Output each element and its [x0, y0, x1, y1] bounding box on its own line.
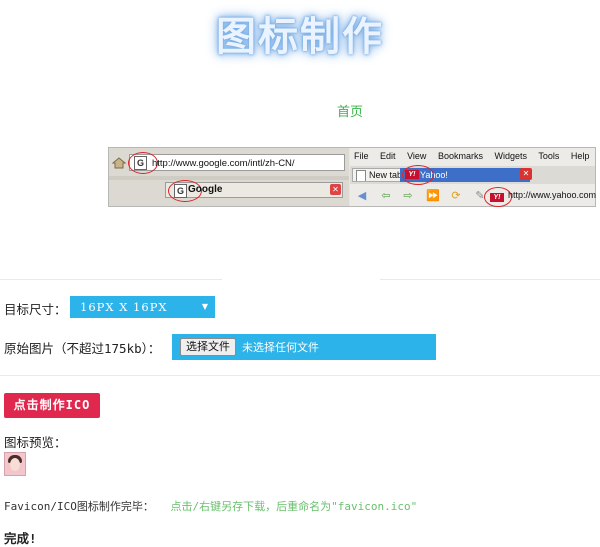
chevron-down-icon: ▼: [201, 302, 209, 311]
source-image-label: 原始图片（不超过175kb）：: [4, 341, 161, 356]
menu-item: Tools: [538, 151, 560, 161]
divider: [0, 375, 600, 376]
done-line: Favicon/ICO图标制作完毕： 点击/右键另存下载，后重命名为"favic…: [4, 498, 417, 514]
demo-url-yahoo: http://www.yahoo.com: [508, 190, 597, 200]
demo-nav-toolbar: ◀ ⇦ ⇨ ⏩ ⟳ ✎ Y! http://www.yahoo.com: [350, 186, 597, 207]
finished-label: 完成!: [4, 531, 37, 546]
demo-left-browser: G http://www.google.com/intl/zh-CN/ G Go…: [109, 148, 349, 206]
divider: [380, 279, 600, 280]
download-link[interactable]: 点击/右键另存下载，后重命名为"favicon.ico": [170, 500, 417, 513]
make-ico-button[interactable]: 点击制作ICO: [4, 393, 100, 418]
target-size-label: 目标尺寸：: [4, 302, 67, 317]
page-icon: [356, 170, 366, 181]
close-icon: ✕: [520, 168, 532, 180]
demo-address-bar: G http://www.google.com/intl/zh-CN/: [128, 152, 345, 174]
done-text: Favicon/ICO图标制作完毕：: [4, 500, 154, 513]
demo-url-google: http://www.google.com/intl/zh-CN/: [152, 158, 295, 169]
back-icon: ◀: [357, 190, 367, 202]
file-input[interactable]: 选择文件 未选择任何文件: [172, 334, 436, 360]
demo-right-browser: File Edit View Bookmarks Widgets Tools H…: [350, 148, 598, 207]
back-arrow-icon: ⇦: [381, 190, 391, 202]
preview-label: 图标预览：: [4, 435, 67, 450]
fast-forward-icon: ⏩: [426, 190, 440, 202]
menu-item: Edit: [380, 151, 396, 161]
icon-preview-image: [4, 452, 26, 476]
menu-item: Bookmarks: [437, 151, 483, 161]
preview-face: [10, 458, 20, 471]
demo-tab-row: New tab Y! Yahoo! ✕: [350, 165, 595, 185]
divider: [0, 279, 222, 280]
menu-item: View: [407, 151, 427, 161]
browser-favicon-demo-image: G http://www.google.com/intl/zh-CN/ G Go…: [108, 147, 596, 207]
page-title: 图标制作: [216, 14, 384, 60]
home-link[interactable]: 首页: [0, 101, 600, 120]
menu-item: File: [354, 151, 369, 161]
highlight-circle: [402, 165, 434, 185]
demo-tab-strip: [109, 176, 349, 180]
home-icon: [112, 157, 126, 169]
file-status-text: 未选择任何文件: [242, 341, 319, 354]
demo-menu-bar: File Edit View Bookmarks Widgets Tools H…: [354, 151, 598, 161]
forward-arrow-icon: ⇨: [403, 190, 413, 202]
menu-item: Help: [570, 151, 590, 161]
close-icon: ✕: [330, 184, 341, 195]
new-tab-label: New tab: [369, 170, 403, 180]
target-size-value: 16PX X 16PX: [80, 300, 168, 314]
reload-icon: ⟳: [451, 190, 461, 202]
demo-search-box: G Google ✕: [165, 180, 343, 202]
menu-item: Widgets: [494, 151, 527, 161]
choose-file-button[interactable]: 选择文件: [180, 338, 236, 356]
demo-search-label: Google: [188, 184, 223, 195]
target-size-select[interactable]: 16PX X 16PX ▼: [70, 296, 215, 318]
